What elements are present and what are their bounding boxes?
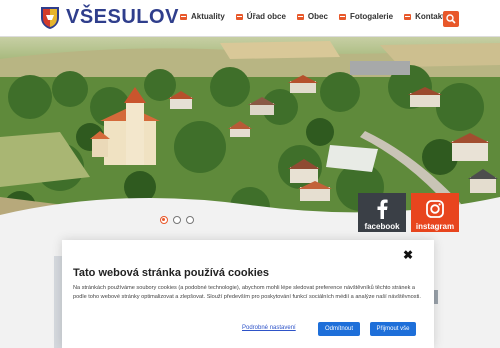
nav-item-fotogalerie[interactable]: Fotogalerie xyxy=(338,12,394,21)
nav-label: Aktuality xyxy=(191,12,225,21)
cookie-consent-dialog: ✖ Tato webová stránka používá cookies Na… xyxy=(62,240,434,348)
nav-item-obec[interactable]: Obec xyxy=(296,12,328,21)
site-header: VŠESULOV Aktuality Úřad obce Obec Fotoga… xyxy=(0,0,500,37)
content-card-edge xyxy=(54,256,62,348)
close-icon[interactable]: ✖ xyxy=(403,248,413,262)
menu-bullet-icon xyxy=(404,13,412,20)
cookie-title: Tato webová stránka používá cookies xyxy=(73,267,270,279)
facebook-link[interactable]: facebook xyxy=(358,193,406,237)
cookie-settings-link[interactable]: Podrobné nastavení xyxy=(242,325,296,331)
menu-bullet-icon xyxy=(180,13,187,20)
nav-label: Úřad obce xyxy=(246,12,286,21)
facebook-icon xyxy=(377,199,388,219)
search-button[interactable] xyxy=(443,11,459,27)
nav-item-aktuality[interactable]: Aktuality xyxy=(180,12,225,21)
coat-of-arms-logo[interactable] xyxy=(40,6,60,30)
nav-item-kontakt[interactable]: Kontakt xyxy=(404,12,445,21)
menu-bullet-icon xyxy=(296,13,304,20)
nav-label: Fotogalerie xyxy=(349,12,394,21)
slider-dot-3[interactable] xyxy=(186,216,194,224)
nav-item-urad-obce[interactable]: Úřad obce xyxy=(235,12,286,21)
slider-dot-1[interactable] xyxy=(160,216,168,224)
menu-bullet-icon xyxy=(235,13,243,20)
main-nav: Aktuality Úřad obce Obec Fotogalerie Kon… xyxy=(180,12,445,21)
nav-label: Kontakt xyxy=(415,12,445,21)
cookie-description: Na stránkách používáme soubory cookies (… xyxy=(73,285,421,300)
reject-button[interactable]: Odmítnout xyxy=(318,322,360,336)
facebook-label: facebook xyxy=(364,222,400,231)
nav-label: Obec xyxy=(307,12,328,21)
instagram-link[interactable]: instagram xyxy=(411,193,459,237)
menu-bullet-icon xyxy=(338,13,346,20)
slider-dot-2[interactable] xyxy=(173,216,181,224)
slider-pagination xyxy=(160,216,194,224)
instagram-label: instagram xyxy=(415,222,455,231)
search-icon xyxy=(446,14,456,24)
site-title[interactable]: VŠESULOV xyxy=(66,6,179,29)
instagram-icon xyxy=(426,200,444,218)
accept-all-button[interactable]: Přijmout vše xyxy=(370,322,416,336)
